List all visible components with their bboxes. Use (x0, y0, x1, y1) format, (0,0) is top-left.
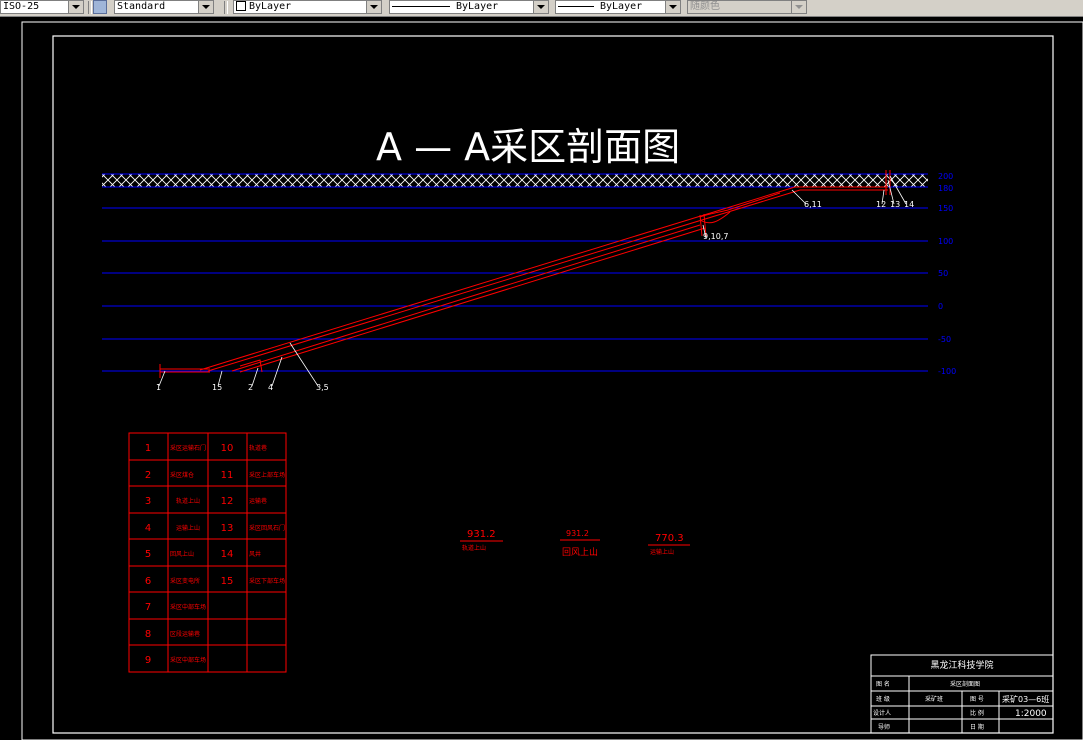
legend-name: 采区变电所 (170, 577, 200, 585)
legend-number: 6 (145, 576, 151, 587)
title-label: 比 例 (970, 709, 984, 717)
point-label: 1 (156, 383, 161, 392)
title-label: 日 期 (970, 723, 984, 731)
legend-number: 2 (145, 470, 151, 481)
legend-name: 采区回风石门 (249, 524, 285, 532)
point-label: 15 (212, 383, 222, 392)
scale-value: 1:2000 (1015, 709, 1047, 719)
point-label: 6,11 (804, 200, 822, 209)
elevation-label: -50 (938, 335, 951, 344)
point-label: 9,10,7 (703, 232, 728, 241)
point-label: 4 (268, 383, 273, 392)
point-label: 2 (248, 383, 253, 392)
legend-number: 7 (145, 602, 151, 613)
legend-number: 14 (221, 549, 234, 560)
surface-hatch (102, 174, 928, 187)
point-label: 14 (904, 200, 914, 209)
legend-name: 采区下部车场 (249, 577, 285, 585)
elevation-label: 0 (938, 302, 943, 311)
title-label: 图 号 (970, 696, 984, 703)
legend-number: 13 (221, 523, 234, 534)
title-label: 班 级 (876, 695, 890, 703)
legend-number: 12 (221, 496, 234, 507)
drawing-name: 采区剖面图 (950, 680, 980, 688)
school-name: 黑龙江科技学院 (930, 659, 993, 671)
drawing-canvas[interactable]: A — A采区剖面图 200 180 150 100 50 0 -50 -100 (0, 0, 1083, 740)
length-name: 轨道上山 (462, 544, 486, 552)
elevation-label: 100 (938, 237, 953, 246)
legend-name: 采区上部车场 (249, 471, 285, 479)
length-value: 770.3 (655, 533, 684, 544)
elevation-label: -100 (938, 367, 956, 376)
legend-number: 15 (221, 576, 234, 587)
drawing-number: 采矿03—6班 (1002, 694, 1049, 704)
legend-number: 3 (145, 496, 151, 507)
legend-name: 风井 (249, 550, 261, 558)
legend-name: 采区中部车场 (170, 656, 206, 664)
legend-number: 5 (145, 549, 151, 560)
legend-name: 区段运输巷 (170, 630, 200, 638)
class-value: 采矿班 (925, 695, 943, 703)
drawing-title: A — A采区剖面图 (376, 125, 680, 169)
elevation-label: 150 (938, 204, 953, 213)
title-label: 设计人 (873, 709, 891, 717)
legend-name: 轨道巷 (249, 444, 267, 452)
title-label: 图 名 (876, 680, 890, 688)
title-label: 导师 (878, 723, 890, 731)
elevation-label: 180 (938, 184, 953, 193)
elevation-label: 200 (938, 172, 953, 181)
length-name: 运输上山 (650, 548, 674, 556)
legend-name: 采区运输石门 (170, 444, 206, 452)
legend-name: 运输上山 (176, 524, 200, 532)
point-label: 3,5 (316, 383, 329, 392)
legend-number: 8 (145, 629, 151, 640)
length-name: 回风上山 (562, 547, 598, 558)
legend-name: 采区煤仓 (170, 471, 194, 479)
legend-number: 9 (145, 655, 151, 666)
legend-number: 1 (145, 443, 151, 454)
legend-name: 回风上山 (170, 550, 194, 558)
legend-name: 轨道上山 (176, 497, 200, 505)
length-value: 931.2 (566, 529, 589, 538)
point-label: 13 (890, 200, 900, 209)
point-label: 12 (876, 200, 886, 209)
length-value: 931.2 (467, 529, 496, 540)
legend-number: 10 (221, 443, 234, 454)
legend-name: 采区中部车场 (170, 603, 206, 611)
legend-number: 4 (145, 523, 151, 534)
elevation-label: 50 (938, 269, 948, 278)
legend-number: 11 (221, 470, 234, 481)
legend-name: 运输巷 (249, 497, 267, 505)
